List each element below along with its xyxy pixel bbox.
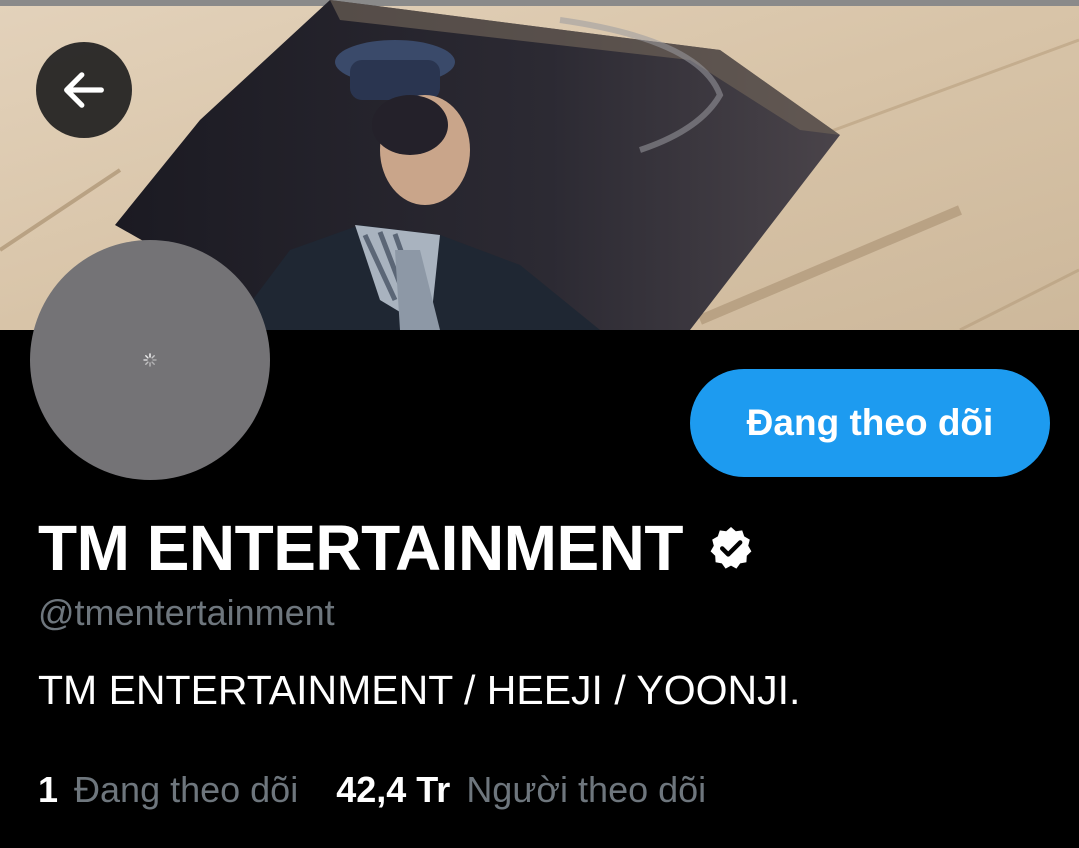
following-stat[interactable]: 1 Đang theo dõi	[38, 769, 298, 811]
display-name: TM ENTERTAINMENT	[38, 512, 683, 584]
back-button[interactable]	[36, 42, 132, 138]
avatar[interactable]	[30, 240, 270, 480]
loading-spinner-icon	[143, 353, 157, 367]
followers-count: 42,4 Tr	[336, 769, 451, 810]
following-button[interactable]: Đang theo dõi	[690, 369, 1050, 477]
following-count: 1	[38, 769, 59, 810]
arrow-left-icon	[64, 72, 104, 108]
display-name-row: TM ENTERTAINMENT	[38, 508, 755, 588]
profile-screen: Đang theo dõi TM ENTERTAINMENT @tmentert…	[0, 0, 1079, 848]
followers-label: Người theo dõi	[466, 769, 707, 810]
follow-stats: 1 Đang theo dõi 42,4 Tr Người theo dõi	[38, 764, 706, 816]
verified-badge-icon[interactable]	[707, 524, 755, 572]
profile-bio: TM ENTERTAINMENT / HEEJI / YOONJI.	[38, 667, 801, 713]
following-label: Đang theo dõi	[74, 769, 299, 810]
user-handle: @tmentertainment	[38, 592, 335, 633]
followers-stat[interactable]: 42,4 Tr Người theo dõi	[336, 769, 706, 811]
